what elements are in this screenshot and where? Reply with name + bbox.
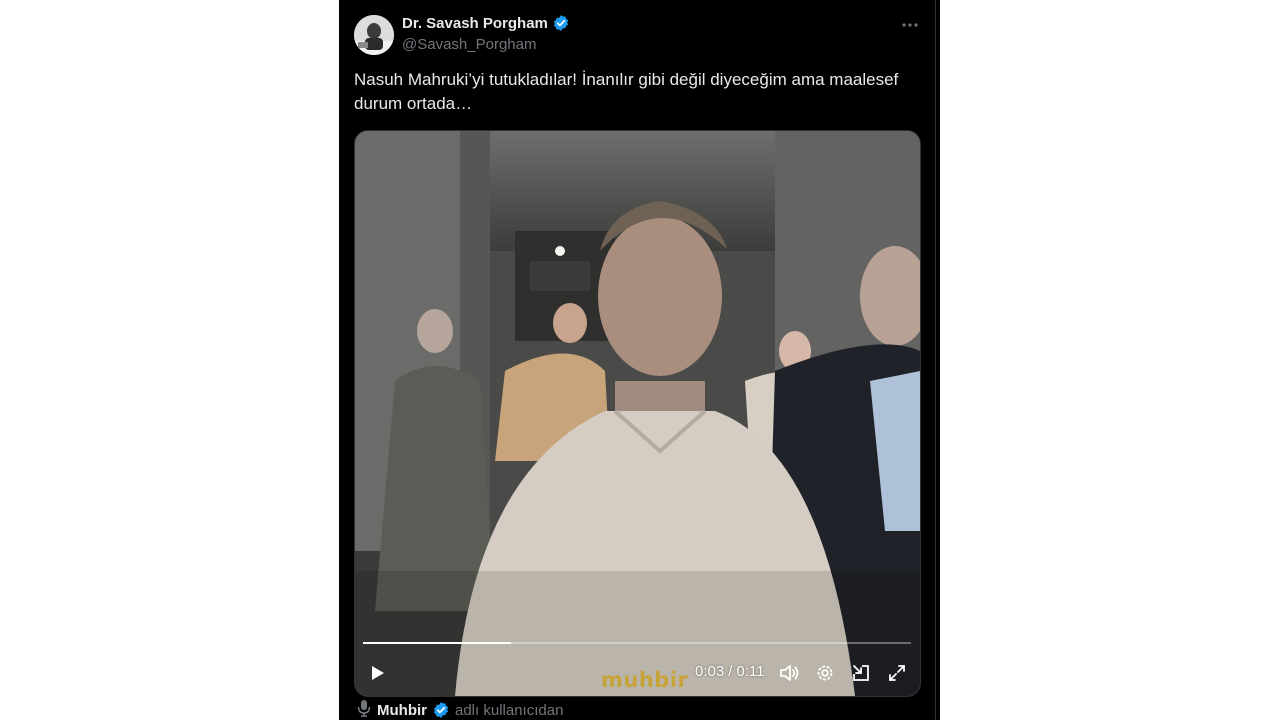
time-separator: / xyxy=(728,663,733,680)
video-time: 0:03 / 0:11 xyxy=(695,663,764,680)
more-horizontal-icon[interactable] xyxy=(897,12,923,38)
video-frame xyxy=(355,131,920,696)
settings-icon[interactable] xyxy=(812,660,838,686)
duration: 0:11 xyxy=(736,663,765,680)
video-player[interactable]: muhbir 0:03 / 0:11 xyxy=(354,130,921,697)
verified-badge-icon xyxy=(432,701,450,719)
video-watermark: muhbir xyxy=(601,668,689,692)
tweet-text: Nasuh Mahruki’yi tutukladılar! İnanılır … xyxy=(354,70,899,113)
tweet-card: Dr. Savash Porgham @Savash_Porgham Nasuh… xyxy=(339,0,940,720)
current-time: 0:03 xyxy=(695,663,725,680)
video-progress-bar[interactable] xyxy=(363,642,911,644)
attribution-suffix: adlı kullanıcıdan xyxy=(455,701,564,719)
video-attribution: Muhbir adlı kullanıcıdan xyxy=(356,699,563,720)
microphone-icon xyxy=(356,699,372,720)
verified-badge-icon xyxy=(552,14,570,32)
column-divider xyxy=(935,0,936,720)
author-display-name[interactable]: Dr. Savash Porgham xyxy=(402,15,548,32)
volume-icon[interactable] xyxy=(776,660,802,686)
attribution-source-name[interactable]: Muhbir xyxy=(377,702,427,719)
author-handle[interactable]: @Savash_Porgham xyxy=(402,36,536,53)
author-avatar[interactable] xyxy=(354,15,394,55)
author-name-row: Dr. Savash Porgham xyxy=(402,14,570,32)
pip-icon[interactable] xyxy=(848,660,874,686)
fullscreen-icon[interactable] xyxy=(884,660,910,686)
play-icon[interactable] xyxy=(365,661,389,685)
video-progress-fill xyxy=(363,642,511,644)
